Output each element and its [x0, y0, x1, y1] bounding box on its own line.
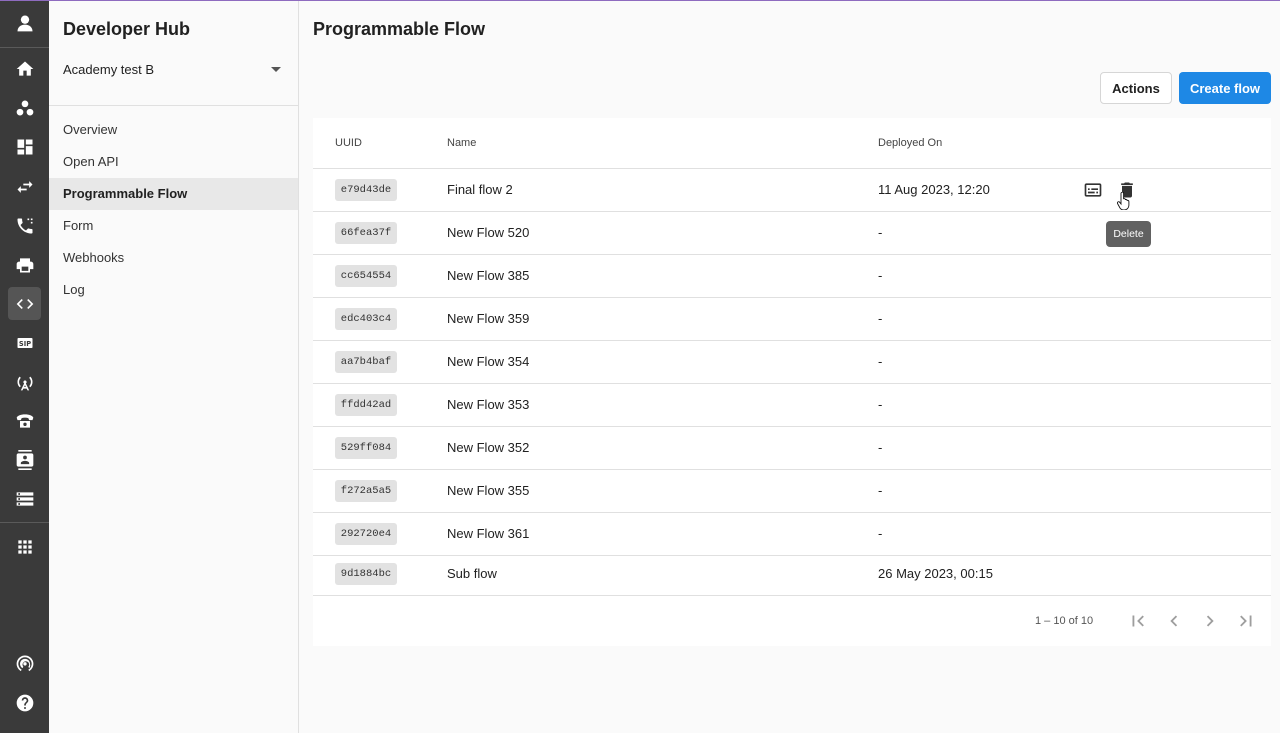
edit-flow-icon[interactable]: [1083, 180, 1103, 200]
page-title: Programmable Flow: [313, 19, 486, 39]
side-panel-title: Developer Hub: [63, 19, 191, 39]
flow-name: New Flow 353: [447, 397, 530, 412]
row-actions: [1083, 180, 1143, 200]
broadcast-icon[interactable]: [8, 646, 41, 679]
uuid-chip: 9d1884bc: [335, 563, 397, 585]
phone-forward-icon[interactable]: [8, 209, 41, 242]
table-row[interactable]: 292720e4 New Flow 361 -: [313, 513, 1271, 556]
actions-button[interactable]: Actions: [1100, 72, 1172, 104]
flow-name: New Flow 361: [447, 526, 530, 541]
hand-cursor-icon: [1117, 192, 1130, 210]
first-page-icon[interactable]: [1127, 610, 1149, 632]
table-row[interactable]: edc403c4 New Flow 359 -: [313, 298, 1271, 341]
delete-tooltip: Delete: [1106, 221, 1151, 247]
sip-icon[interactable]: SIP: [8, 326, 41, 359]
home-icon[interactable]: [8, 52, 41, 85]
uuid-chip: cc654554: [335, 265, 397, 287]
rail-divider: [0, 522, 49, 523]
deployed-on: -: [878, 440, 883, 455]
account-selector[interactable]: Academy test B: [63, 62, 283, 80]
people-icon[interactable]: [8, 91, 41, 124]
icon-rail: SIP: [0, 0, 49, 733]
table-row[interactable]: 9d1884bc Sub flow 26 May 2023, 00:15: [313, 553, 1271, 596]
create-flow-button[interactable]: Create flow: [1179, 72, 1271, 104]
printer-icon[interactable]: [8, 248, 41, 281]
side-nav: Overview Open API Programmable Flow Form…: [49, 114, 298, 306]
uuid-chip: edc403c4: [335, 308, 397, 330]
table-row[interactable]: f272a5a5 New Flow 355 -: [313, 470, 1271, 513]
antenna-icon[interactable]: [8, 365, 41, 398]
top-accent-line: [0, 0, 1280, 1]
account-name: Academy test B: [63, 62, 155, 77]
column-header-uuid[interactable]: UUID: [335, 137, 362, 149]
uuid-chip: ffdd42ad: [335, 394, 397, 416]
nav-item-open-api[interactable]: Open API: [49, 146, 298, 178]
deployed-on: -: [878, 526, 883, 541]
flow-name: Final flow 2: [447, 182, 513, 197]
telephone-icon[interactable]: [8, 404, 41, 437]
deployed-on: -: [878, 225, 883, 240]
side-divider: [49, 105, 299, 106]
dashboard-icon[interactable]: [8, 130, 41, 163]
deployed-on: -: [878, 268, 883, 283]
code-icon[interactable]: [8, 287, 41, 320]
transfer-icon[interactable]: [8, 170, 41, 203]
nav-item-webhooks[interactable]: Webhooks: [49, 242, 298, 274]
pagination-range: 1 – 10 of 10: [1035, 615, 1094, 627]
uuid-chip: f272a5a5: [335, 480, 397, 502]
flow-name: New Flow 354: [447, 354, 530, 369]
uuid-chip: 529ff084: [335, 437, 397, 459]
table-row[interactable]: aa7b4baf New Flow 354 -: [313, 341, 1271, 384]
nav-item-log[interactable]: Log: [49, 274, 298, 306]
flow-name: New Flow 352: [447, 440, 530, 455]
deployed-on: 26 May 2023, 00:15: [878, 566, 993, 581]
column-header-name[interactable]: Name: [447, 137, 476, 149]
svg-text:SIP: SIP: [18, 339, 30, 347]
side-panel: Developer Hub Academy test B Overview Op…: [49, 0, 299, 733]
paginator: 1 – 10 of 10: [313, 596, 1271, 646]
deployed-on: -: [878, 354, 883, 369]
uuid-chip: 66fea37f: [335, 222, 397, 244]
server-icon[interactable]: [8, 482, 41, 515]
nav-item-form[interactable]: Form: [49, 210, 298, 242]
flow-name: New Flow 359: [447, 311, 530, 326]
apps-grid-icon[interactable]: [8, 530, 41, 563]
previous-page-icon[interactable]: [1163, 610, 1185, 632]
deployed-on: -: [878, 311, 883, 326]
help-icon[interactable]: [8, 686, 41, 719]
uuid-chip: aa7b4baf: [335, 351, 397, 373]
table-row[interactable]: cc654554 New Flow 385 -: [313, 255, 1271, 298]
last-page-icon[interactable]: [1235, 610, 1257, 632]
next-page-icon[interactable]: [1199, 610, 1221, 632]
flow-name: New Flow 355: [447, 483, 530, 498]
table-header: UUID Name Deployed On: [313, 118, 1271, 169]
uuid-chip: e79d43de: [335, 179, 397, 201]
uuid-chip: 292720e4: [335, 523, 397, 545]
deployed-on: 11 Aug 2023, 12:20: [878, 182, 990, 197]
table-row[interactable]: 529ff084 New Flow 352 -: [313, 427, 1271, 470]
contact-card-icon[interactable]: [8, 443, 41, 476]
flow-name: New Flow 520: [447, 225, 530, 240]
column-header-deployed-on[interactable]: Deployed On: [878, 137, 942, 149]
chevron-down-icon: [271, 67, 281, 72]
flow-name: New Flow 385: [447, 268, 530, 283]
deployed-on: -: [878, 483, 883, 498]
rail-divider: [0, 47, 49, 48]
table-row[interactable]: ffdd42ad New Flow 353 -: [313, 384, 1271, 427]
deployed-on: -: [878, 397, 883, 412]
nav-item-programmable-flow[interactable]: Programmable Flow: [49, 178, 298, 210]
nav-item-overview[interactable]: Overview: [49, 114, 298, 146]
flow-name: Sub flow: [447, 566, 497, 581]
avatar-icon[interactable]: [8, 6, 41, 39]
